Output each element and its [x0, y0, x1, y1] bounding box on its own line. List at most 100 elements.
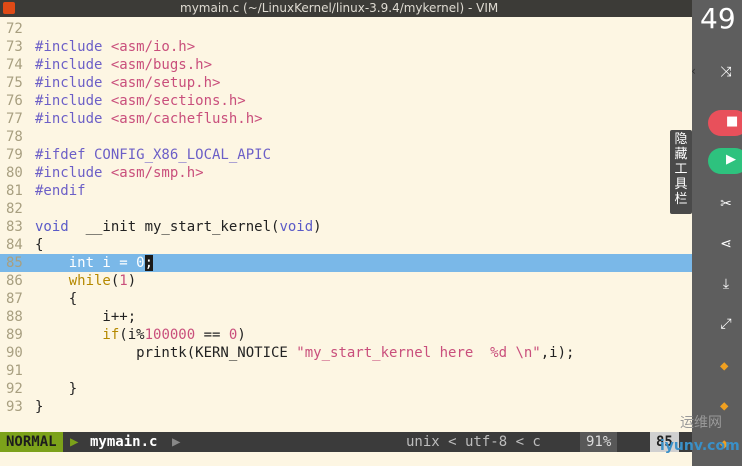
record-button[interactable]: ■ — [708, 110, 742, 136]
line-code: if(i%100000 == 0) — [35, 326, 246, 344]
code-token: int i = 0 — [35, 255, 145, 271]
line-code: } — [35, 398, 43, 416]
line-code: void __init my_start_kernel(void) — [35, 218, 322, 236]
share-icon[interactable]: ⋖ — [714, 236, 738, 252]
line-number: 88 — [6, 309, 23, 325]
code-line[interactable]: 89 if(i%100000 == 0) — [0, 326, 692, 344]
code-token: void — [35, 219, 69, 235]
command-line[interactable] — [0, 452, 742, 466]
watermark-text: 运维网 — [680, 415, 722, 431]
window-titlebar: mymain.c (~/LinuxKernel/linux-3.9.4/myke… — [0, 0, 742, 17]
code-token: <asm/cacheflush.h> — [110, 111, 263, 127]
code-token: #include — [35, 111, 111, 127]
code-token: i++; — [35, 309, 137, 325]
code-token: __init my_start_kernel( — [68, 219, 280, 235]
code-line[interactable]: 81 #endif — [0, 182, 692, 200]
line-code: int i = 0; — [35, 254, 154, 272]
close-window-button[interactable] — [3, 2, 15, 14]
line-number: 73 — [6, 39, 23, 55]
code-token: ) — [237, 327, 246, 343]
code-line[interactable]: 84 { — [0, 236, 692, 254]
code-line[interactable]: 86 while(1) — [0, 272, 692, 290]
line-number: 75 — [6, 75, 23, 91]
code-line[interactable]: 83 void __init my_start_kernel(void) — [0, 218, 692, 236]
gem-icon-2[interactable]: ◆ — [720, 398, 734, 414]
line-code: printk(KERN_NOTICE "my_start_kernel here… — [35, 344, 574, 362]
clock-display: 49 — [700, 2, 736, 35]
code-token: <asm/bugs.h> — [110, 57, 213, 73]
line-number: 92 — [6, 381, 23, 397]
line-number: 93 — [6, 399, 23, 415]
code-line[interactable]: 90 printk(KERN_NOTICE "my_start_kernel h… — [0, 344, 692, 362]
collapse-arrow-icon[interactable]: ‹ — [690, 64, 697, 78]
code-line[interactable]: 75 #include <asm/setup.h> — [0, 74, 692, 92]
vim-statusline: NORMAL ▶ mymain.c ▶ unix < utf-8 < c 91%… — [0, 432, 742, 452]
line-number: 72 — [6, 21, 23, 37]
code-token: #include — [35, 57, 111, 73]
line-number: 83 — [6, 219, 23, 235]
code-line[interactable]: 88 i++; — [0, 308, 692, 326]
code-line[interactable]: 74 #include <asm/bugs.h> — [0, 56, 692, 74]
line-code: } — [35, 380, 77, 398]
code-token: #include — [35, 93, 111, 109]
line-code: { — [35, 236, 43, 254]
code-line[interactable]: 92 } — [0, 380, 692, 398]
line-code: #include <asm/io.h> — [35, 38, 195, 56]
code-line[interactable]: 87 { — [0, 290, 692, 308]
code-token: <asm/smp.h> — [110, 165, 204, 181]
expand-icon[interactable]: ⤢ — [714, 316, 738, 332]
current-code-line[interactable]: 85 int i = 0; — [0, 254, 692, 272]
gem-icon[interactable]: ◆ — [720, 358, 734, 374]
code-line[interactable]: 82 — [0, 200, 692, 218]
window-title: mymain.c (~/LinuxKernel/linux-3.9.4/myke… — [180, 1, 499, 15]
code-line[interactable]: 91 — [0, 362, 692, 380]
code-editor[interactable]: 72 73 #include <asm/io.h> 74 #include <asm/b… — [0, 17, 692, 432]
statusline-separator-icon: ▶ — [172, 434, 181, 450]
line-number: 80 — [6, 165, 23, 181]
line-number: 74 — [6, 57, 23, 73]
code-token: ,i); — [540, 345, 575, 361]
mode-separator-icon: ▶ — [70, 434, 79, 450]
code-token: void — [279, 219, 314, 235]
line-number: 81 — [6, 183, 23, 199]
code-token: <asm/setup.h> — [110, 75, 221, 91]
line-number: 76 — [6, 93, 23, 109]
code-token: #include — [35, 39, 111, 55]
code-token: } — [35, 381, 78, 397]
code-token: (i% — [119, 327, 145, 343]
scissors-icon[interactable]: ✂ — [714, 196, 738, 212]
line-code: #include <asm/sections.h> — [35, 92, 246, 110]
code-line[interactable]: 79 #ifdef CONFIG_X86_LOCAL_APIC — [0, 146, 692, 164]
download-icon[interactable]: ⤓ — [714, 276, 738, 292]
hide-toolbar-tab[interactable]: 隐藏工具栏 — [670, 130, 692, 214]
line-number: 87 — [6, 291, 23, 307]
shuffle-icon[interactable]: ⤨ — [714, 64, 738, 80]
code-line[interactable]: 80 #include <asm/smp.h> — [0, 164, 692, 182]
code-token: == — [195, 327, 229, 343]
code-line[interactable]: 72 — [0, 20, 692, 38]
line-number: 78 — [6, 129, 23, 145]
code-token: 1 — [119, 273, 128, 289]
line-code: #include <asm/cacheflush.h> — [35, 110, 263, 128]
text-cursor: ; — [144, 255, 154, 271]
code-line[interactable]: 76 #include <asm/sections.h> — [0, 92, 692, 110]
code-token: while — [35, 273, 111, 289]
code-line[interactable]: 73 #include <asm/io.h> — [0, 38, 692, 56]
code-line[interactable]: 78 — [0, 128, 692, 146]
play-icon: ▶ — [726, 152, 736, 167]
code-token: { — [35, 291, 78, 307]
line-number: 77 — [6, 111, 23, 127]
code-line[interactable]: 77 #include <asm/cacheflush.h> — [0, 110, 692, 128]
stop-icon: ■ — [726, 114, 739, 129]
statusline-filename: mymain.c — [90, 434, 158, 450]
line-number: 84 — [6, 237, 23, 253]
line-number: 86 — [6, 273, 23, 289]
code-token: #endif — [35, 183, 86, 199]
line-number: 82 — [6, 201, 23, 217]
code-line[interactable]: 93} — [0, 398, 692, 416]
code-token: if — [35, 327, 120, 343]
play-button[interactable]: ▶ — [708, 148, 742, 174]
code-token: ) — [127, 273, 137, 289]
code-token: <asm/io.h> — [110, 39, 196, 55]
line-code: #ifdef CONFIG_X86_LOCAL_APIC — [35, 146, 271, 164]
